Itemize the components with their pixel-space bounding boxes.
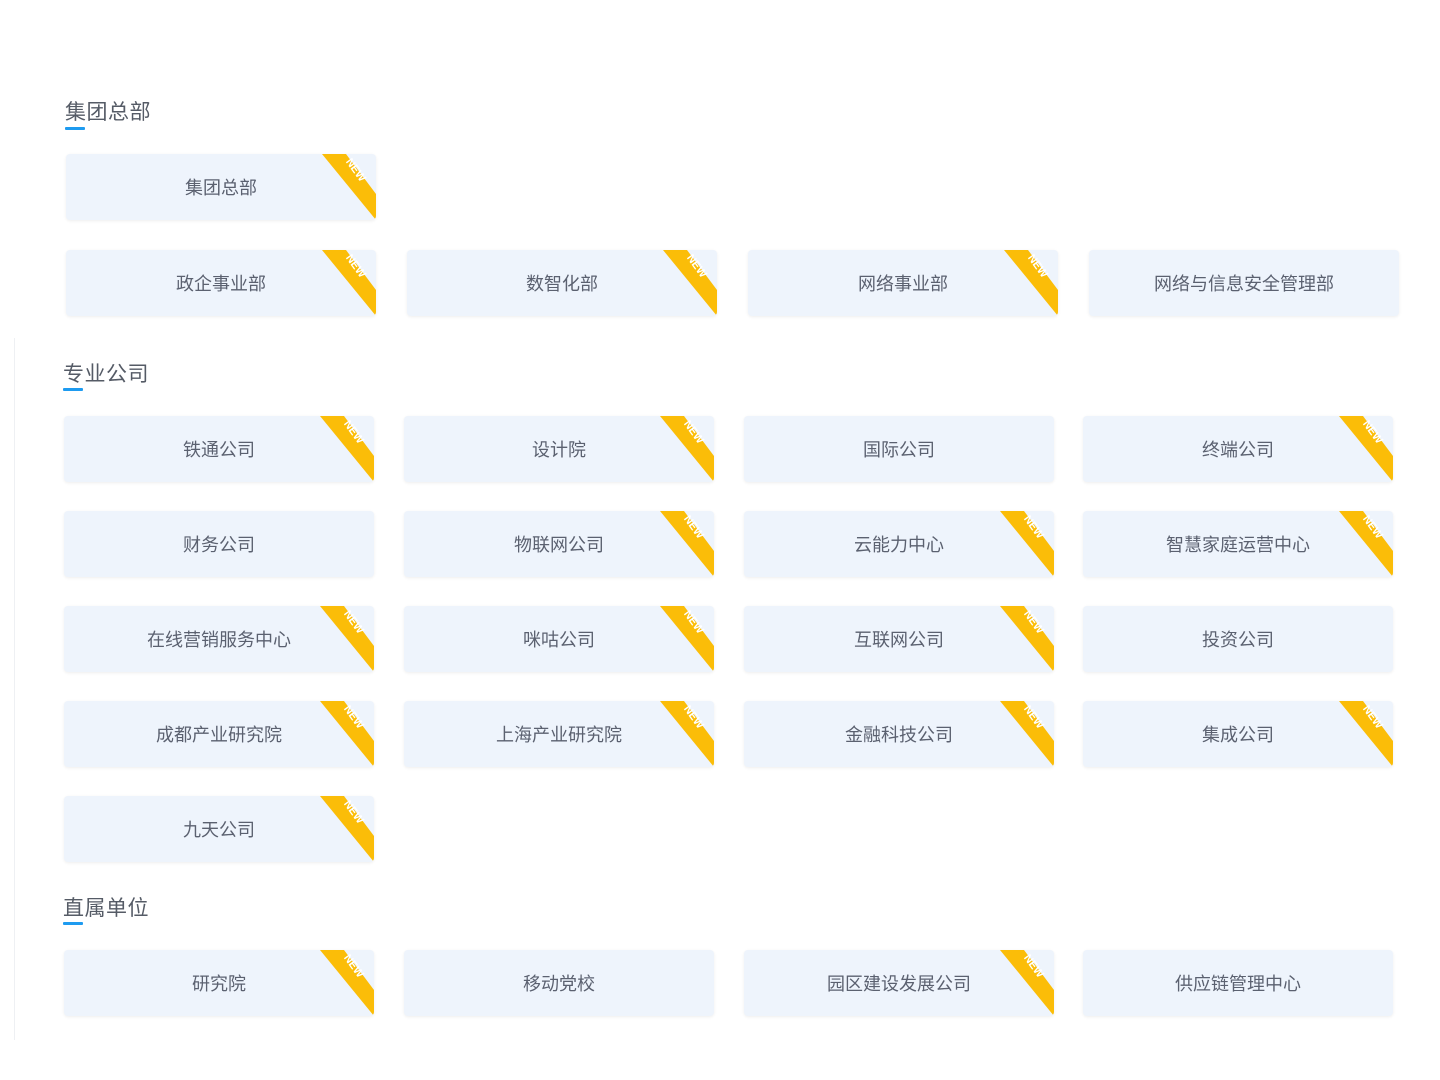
org-card[interactable]: 集团总部 NEW (66, 154, 376, 220)
new-ribbon-icon: NEW (998, 950, 1054, 1016)
new-ribbon-icon: NEW (318, 606, 374, 672)
org-card[interactable]: 互联网公司 NEW (744, 606, 1054, 672)
org-card[interactable]: 设计院 NEW (404, 416, 714, 482)
new-ribbon-icon: NEW (320, 154, 376, 220)
org-directory-page: 集团总部集团总部 NEW 政企事业部 NEW 数智化部 NEW 网络事业部 NEW 网络与信息安… (0, 0, 1440, 1080)
org-card[interactable]: 投资公司 (1083, 606, 1393, 672)
org-card[interactable]: 上海产业研究院 NEW (404, 701, 714, 767)
org-card[interactable]: 数智化部 NEW (407, 250, 717, 316)
org-card-label: 网络与信息安全管理部 (1154, 274, 1334, 295)
org-card[interactable]: 园区建设发展公司 NEW (744, 950, 1054, 1016)
new-ribbon-icon: NEW (998, 701, 1054, 767)
section-title: 集团总部 (65, 100, 151, 124)
new-ribbon-icon: NEW (1337, 416, 1393, 482)
org-card[interactable]: 集成公司 NEW (1083, 701, 1393, 767)
new-ribbon-icon: NEW (318, 416, 374, 482)
org-card[interactable]: 九天公司 NEW (64, 796, 374, 862)
org-card[interactable]: 供应链管理中心 (1083, 950, 1393, 1016)
new-ribbon-icon: NEW (1337, 701, 1393, 767)
org-card[interactable]: 智慧家庭运营中心 NEW (1083, 511, 1393, 577)
org-card[interactable]: 在线营销服务中心 NEW (64, 606, 374, 672)
new-ribbon-icon: NEW (318, 701, 374, 767)
divider (14, 338, 15, 1040)
org-card[interactable]: 铁通公司 NEW (64, 416, 374, 482)
new-ribbon-icon: NEW (661, 250, 717, 316)
new-ribbon-icon: NEW (998, 606, 1054, 672)
org-card-label: 移动党校 (523, 974, 595, 995)
org-card[interactable]: 国际公司 (744, 416, 1054, 482)
org-card-label: 国际公司 (863, 440, 935, 461)
org-card[interactable]: 终端公司 NEW (1083, 416, 1393, 482)
new-ribbon-icon: NEW (658, 606, 714, 672)
section-title-underline (63, 922, 83, 925)
new-ribbon-icon: NEW (658, 511, 714, 577)
org-card[interactable]: 成都产业研究院 NEW (64, 701, 374, 767)
new-ribbon-icon: NEW (1002, 250, 1058, 316)
new-ribbon-icon: NEW (658, 701, 714, 767)
org-card-label: 供应链管理中心 (1175, 974, 1301, 995)
org-card-label: 投资公司 (1202, 630, 1274, 651)
org-card[interactable]: 财务公司 (64, 511, 374, 577)
section-title-underline (63, 388, 83, 391)
org-card-label: 财务公司 (183, 535, 255, 556)
org-card[interactable]: 物联网公司 NEW (404, 511, 714, 577)
org-card[interactable]: 金融科技公司 NEW (744, 701, 1054, 767)
org-card[interactable]: 网络与信息安全管理部 (1089, 250, 1399, 316)
org-card[interactable]: 研究院 NEW (64, 950, 374, 1016)
org-card[interactable]: 移动党校 (404, 950, 714, 1016)
new-ribbon-icon: NEW (320, 250, 376, 316)
new-ribbon-icon: NEW (318, 796, 374, 862)
section-title: 专业公司 (63, 362, 149, 386)
new-ribbon-icon: NEW (1337, 511, 1393, 577)
new-ribbon-icon: NEW (658, 416, 714, 482)
org-card[interactable]: 云能力中心 NEW (744, 511, 1054, 577)
new-ribbon-icon: NEW (318, 950, 374, 1016)
new-ribbon-icon: NEW (998, 511, 1054, 577)
org-card[interactable]: 网络事业部 NEW (748, 250, 1058, 316)
org-card[interactable]: 咪咕公司 NEW (404, 606, 714, 672)
section-title-underline (65, 127, 85, 130)
section-title: 直属单位 (63, 896, 149, 920)
org-card[interactable]: 政企事业部 NEW (66, 250, 376, 316)
